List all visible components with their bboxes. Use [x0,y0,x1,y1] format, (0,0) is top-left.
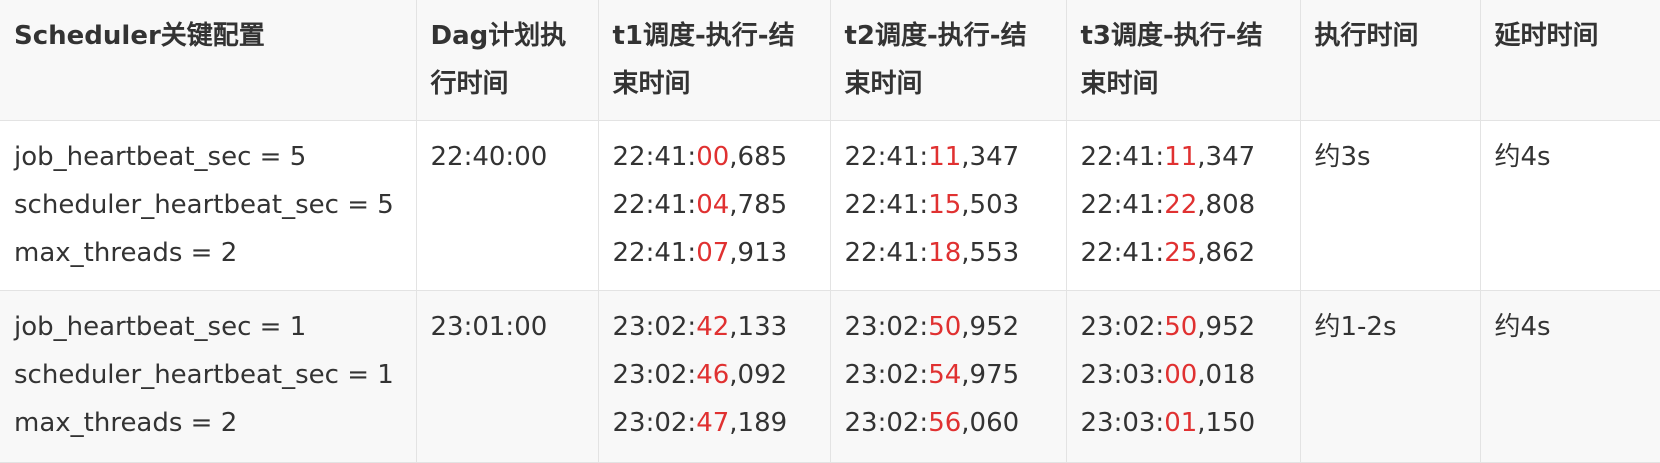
time-millis: ,189 [729,407,788,438]
time-seconds: 15 [928,189,962,220]
header-exec-time: 执行时间 [1299,0,1481,121]
time-line: 22:41:11,347 [1081,133,1286,181]
config-cell: job_heartbeat_sec = 5 scheduler_heartbea… [0,119,417,291]
time-line: 23:02:42,133 [613,303,816,351]
time-line: 22:41:07,913 [613,229,816,277]
time-millis: ,060 [961,407,1020,438]
time-line: 22:41:15,503 [845,181,1052,229]
t2-times-cell: 23:02:50,952 23:02:54,975 23:02:56,060 [829,289,1067,463]
time-millis: ,975 [961,359,1020,390]
time-prefix: 22:41: [1080,141,1165,172]
time-seconds: 25 [1164,237,1198,268]
time-prefix: 23:02: [612,311,697,342]
time-seconds: 04 [696,189,730,220]
time-seconds: 46 [696,359,730,390]
time-line: 22:41:18,553 [845,229,1052,277]
time-millis: ,862 [1197,237,1256,268]
time-line: 22:41:25,862 [1081,229,1286,277]
dag-time-cell: 23:01:00 [415,289,599,463]
time-prefix: 23:02: [844,359,929,390]
t2-times-cell: 22:41:11,347 22:41:15,503 22:41:18,553 [829,119,1067,291]
scheduler-config-table: Scheduler关键配置 Dag计划执行时间 t1调度-执行-结束时间 t2调… [0,0,1660,463]
config-cell: job_heartbeat_sec = 1 scheduler_heartbea… [0,289,417,463]
exec-time-cell: 约3s [1299,119,1481,291]
time-millis: ,347 [1197,141,1256,172]
header-dag-time: Dag计划执行时间 [415,0,599,121]
t1-times-cell: 23:02:42,133 23:02:46,092 23:02:47,189 [597,289,831,463]
time-seconds: 42 [696,311,730,342]
time-line: 22:41:22,808 [1081,181,1286,229]
time-seconds: 00 [1164,359,1198,390]
t3-times-cell: 23:02:50,952 23:03:00,018 23:03:01,150 [1065,289,1301,463]
time-millis: ,808 [1197,189,1256,220]
time-prefix: 22:41: [612,237,697,268]
header-scheduler-config: Scheduler关键配置 [0,0,417,121]
time-prefix: 23:03: [1080,359,1165,390]
time-millis: ,785 [729,189,788,220]
time-seconds: 22 [1164,189,1198,220]
time-seconds: 18 [928,237,962,268]
time-line: 22:41:11,347 [845,133,1052,181]
time-prefix: 23:02: [844,407,929,438]
config-text: job_heartbeat_sec = 1 scheduler_heartbea… [14,311,394,438]
time-prefix: 23:02: [1080,311,1165,342]
time-prefix: 23:02: [612,359,697,390]
time-millis: ,150 [1197,407,1256,438]
time-line: 23:02:50,952 [1081,303,1286,351]
time-millis: ,952 [961,311,1020,342]
time-seconds: 56 [928,407,962,438]
time-millis: ,347 [961,141,1020,172]
time-seconds: 01 [1164,407,1198,438]
time-line: 23:03:00,018 [1081,351,1286,399]
exec-time-cell: 约1-2s [1299,289,1481,463]
time-millis: ,685 [729,141,788,172]
header-t1-times: t1调度-执行-结束时间 [597,0,831,121]
time-millis: ,913 [729,237,788,268]
delay-time-cell: 约4s [1479,289,1660,463]
time-line: 23:02:54,975 [845,351,1052,399]
table-header-row: Scheduler关键配置 Dag计划执行时间 t1调度-执行-结束时间 t2调… [0,0,1660,121]
time-line: 23:02:47,189 [613,399,816,447]
time-prefix: 22:41: [612,141,697,172]
time-prefix: 22:41: [612,189,697,220]
header-delay-time: 延时时间 [1479,0,1660,121]
time-line: 23:03:01,150 [1081,399,1286,447]
t1-times-cell: 22:41:00,685 22:41:04,785 22:41:07,913 [597,119,831,291]
time-line: 23:02:50,952 [845,303,1052,351]
time-millis: ,503 [961,189,1020,220]
time-seconds: 11 [1164,141,1198,172]
time-line: 22:41:04,785 [613,181,816,229]
time-seconds: 50 [928,311,962,342]
time-millis: ,092 [729,359,788,390]
config-text: job_heartbeat_sec = 5 scheduler_heartbea… [14,141,394,268]
time-seconds: 00 [696,141,730,172]
time-line: 22:41:00,685 [613,133,816,181]
table-row: job_heartbeat_sec = 1 scheduler_heartbea… [0,289,1660,463]
time-prefix: 23:02: [844,311,929,342]
time-millis: ,133 [729,311,788,342]
time-prefix: 23:02: [612,407,697,438]
time-seconds: 54 [928,359,962,390]
time-prefix: 22:41: [1080,189,1165,220]
time-seconds: 50 [1164,311,1198,342]
time-millis: ,553 [961,237,1020,268]
header-t3-times: t3调度-执行-结束时间 [1065,0,1301,121]
time-prefix: 22:41: [844,237,929,268]
t3-times-cell: 22:41:11,347 22:41:22,808 22:41:25,862 [1065,119,1301,291]
time-prefix: 23:03: [1080,407,1165,438]
header-t2-times: t2调度-执行-结束时间 [829,0,1067,121]
dag-time-cell: 22:40:00 [415,119,599,291]
table-row: job_heartbeat_sec = 5 scheduler_heartbea… [0,119,1660,291]
time-millis: ,018 [1197,359,1256,390]
time-prefix: 22:41: [1080,237,1165,268]
time-line: 23:02:56,060 [845,399,1052,447]
time-seconds: 07 [696,237,730,268]
time-prefix: 22:41: [844,141,929,172]
time-line: 23:02:46,092 [613,351,816,399]
delay-time-cell: 约4s [1479,119,1660,291]
time-seconds: 47 [696,407,730,438]
time-prefix: 22:41: [844,189,929,220]
time-millis: ,952 [1197,311,1256,342]
time-seconds: 11 [928,141,962,172]
